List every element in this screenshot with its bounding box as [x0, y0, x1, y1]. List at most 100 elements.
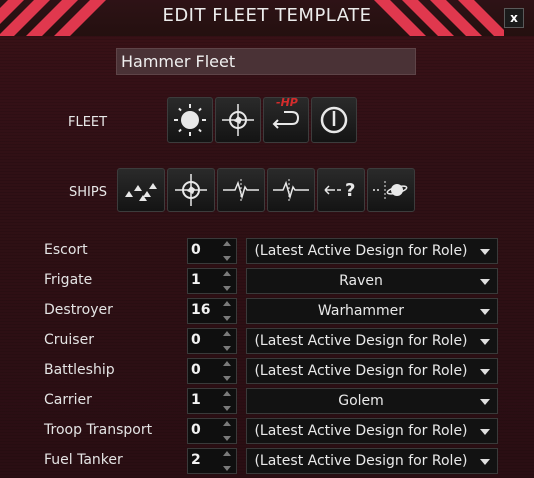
stepper-arrows [220, 391, 234, 411]
design-dropdown[interactable]: Raven [246, 268, 498, 294]
count-value[interactable]: 0 [191, 422, 201, 438]
decrement-arrow-icon[interactable] [223, 286, 231, 291]
design-selected: (Latest Active Design for Role) [254, 453, 468, 469]
chevron-down-icon [480, 279, 490, 285]
design-dropdown[interactable]: (Latest Active Design for Role) [246, 358, 498, 384]
chevron-down-icon [480, 309, 490, 315]
edit-fleet-template-window: EDIT FLEET TEMPLATE x FLEET [0, 0, 534, 478]
count-stepper[interactable]: 0 [187, 238, 237, 264]
role-label: Fuel Tanker [44, 452, 123, 468]
count-stepper[interactable]: 0 [187, 418, 237, 444]
ships-signal-alt-button[interactable] [267, 168, 315, 212]
design-dropdown[interactable]: Golem [246, 388, 498, 414]
signal-icon [223, 179, 259, 201]
design-selected: (Latest Active Design for Role) [254, 363, 468, 379]
increment-arrow-icon[interactable] [223, 241, 231, 246]
design-selected: Warhammer [317, 303, 405, 319]
role-row-fuel-tanker: Fuel Tanker 2 (Latest Active Design for … [44, 448, 504, 476]
count-value[interactable]: 1 [191, 272, 201, 288]
chevron-down-icon [480, 399, 490, 405]
hp-threshold-label: -HP [276, 96, 298, 109]
count-stepper[interactable]: 0 [187, 358, 237, 384]
ships-section-label: SHIPS [69, 185, 107, 200]
increment-arrow-icon[interactable] [223, 331, 231, 336]
stepper-arrows [220, 361, 234, 381]
ships-formation-button[interactable] [117, 168, 165, 212]
chevron-down-icon [480, 339, 490, 345]
count-value[interactable]: 0 [191, 362, 201, 378]
decrement-arrow-icon[interactable] [223, 346, 231, 351]
increment-arrow-icon[interactable] [223, 271, 231, 276]
role-label: Battleship [44, 362, 115, 378]
decrement-arrow-icon[interactable] [223, 436, 231, 441]
count-value[interactable]: 2 [191, 452, 201, 468]
role-row-escort: Escort 0 (Latest Active Design for Role) [44, 238, 504, 266]
ships-button-row: ? [117, 168, 415, 212]
fleet-button-row: -HP [167, 96, 357, 143]
increment-arrow-icon[interactable] [223, 391, 231, 396]
ships-signal-button[interactable] [217, 168, 265, 212]
role-label: Cruiser [44, 332, 94, 348]
fleet-target-button[interactable] [215, 97, 261, 143]
count-value[interactable]: 0 [191, 242, 201, 258]
role-label: Destroyer [44, 302, 113, 318]
fleet-power-button[interactable] [311, 97, 357, 143]
design-selected: (Latest Active Design for Role) [254, 423, 468, 439]
design-selected: (Latest Active Design for Role) [254, 333, 468, 349]
ships-unknown-target-button[interactable]: ? [317, 168, 365, 212]
window-title: EDIT FLEET TEMPLATE [162, 5, 372, 26]
decrement-arrow-icon[interactable] [223, 316, 231, 321]
design-dropdown[interactable]: Warhammer [246, 298, 498, 324]
count-value[interactable]: 1 [191, 392, 201, 408]
stepper-arrows [220, 421, 234, 441]
increment-arrow-icon[interactable] [223, 451, 231, 456]
power-icon [320, 106, 348, 134]
signal-alt-icon [273, 179, 309, 201]
stepper-arrows [220, 331, 234, 351]
role-row-frigate: Frigate 1 Raven [44, 268, 504, 296]
decrement-arrow-icon[interactable] [223, 256, 231, 261]
design-dropdown[interactable]: (Latest Active Design for Role) [246, 328, 498, 354]
decrement-arrow-icon[interactable] [223, 376, 231, 381]
stepper-arrows [220, 271, 234, 291]
count-value[interactable]: 0 [191, 332, 201, 348]
ships-planet-button[interactable] [367, 168, 415, 212]
chevron-down-icon [480, 459, 490, 465]
fleet-name-input[interactable] [116, 48, 416, 75]
role-row-battleship: Battleship 0 (Latest Active Design for R… [44, 358, 504, 386]
role-row-troop-transport: Troop Transport 0 (Latest Active Design … [44, 418, 504, 446]
design-selected: (Latest Active Design for Role) [254, 243, 468, 259]
stepper-arrows [220, 241, 234, 261]
fleet-aggression-button[interactable] [167, 97, 213, 143]
formation-icon [125, 183, 157, 201]
count-stepper[interactable]: 16 [187, 298, 237, 324]
role-label: Frigate [44, 272, 93, 288]
title-bar[interactable]: EDIT FLEET TEMPLATE x [0, 0, 534, 36]
stepper-arrows [220, 451, 234, 471]
unknown-target-icon: ? [324, 180, 355, 201]
increment-arrow-icon[interactable] [223, 301, 231, 306]
count-stepper[interactable]: 1 [187, 268, 237, 294]
fleet-section-label: FLEET [68, 115, 108, 130]
count-value[interactable]: 16 [191, 302, 210, 318]
increment-arrow-icon[interactable] [223, 421, 231, 426]
design-dropdown[interactable]: (Latest Active Design for Role) [246, 238, 498, 264]
role-row-cruiser: Cruiser 0 (Latest Active Design for Role… [44, 328, 504, 356]
decrement-arrow-icon[interactable] [223, 406, 231, 411]
role-row-carrier: Carrier 1 Golem [44, 388, 504, 416]
design-dropdown[interactable]: (Latest Active Design for Role) [246, 448, 498, 474]
count-stepper[interactable]: 1 [187, 388, 237, 414]
fleet-retreat-hp-button[interactable]: -HP [263, 96, 309, 143]
decrement-arrow-icon[interactable] [223, 466, 231, 471]
count-stepper[interactable]: 0 [187, 328, 237, 354]
chevron-down-icon [480, 369, 490, 375]
role-label: Troop Transport [44, 422, 153, 438]
ships-target-button[interactable] [167, 168, 215, 212]
stepper-arrows [220, 301, 234, 321]
chevron-down-icon [480, 249, 490, 255]
count-stepper[interactable]: 2 [187, 448, 237, 474]
close-button[interactable]: x [504, 8, 524, 28]
chevron-down-icon [480, 429, 490, 435]
design-dropdown[interactable]: (Latest Active Design for Role) [246, 418, 498, 444]
increment-arrow-icon[interactable] [223, 361, 231, 366]
